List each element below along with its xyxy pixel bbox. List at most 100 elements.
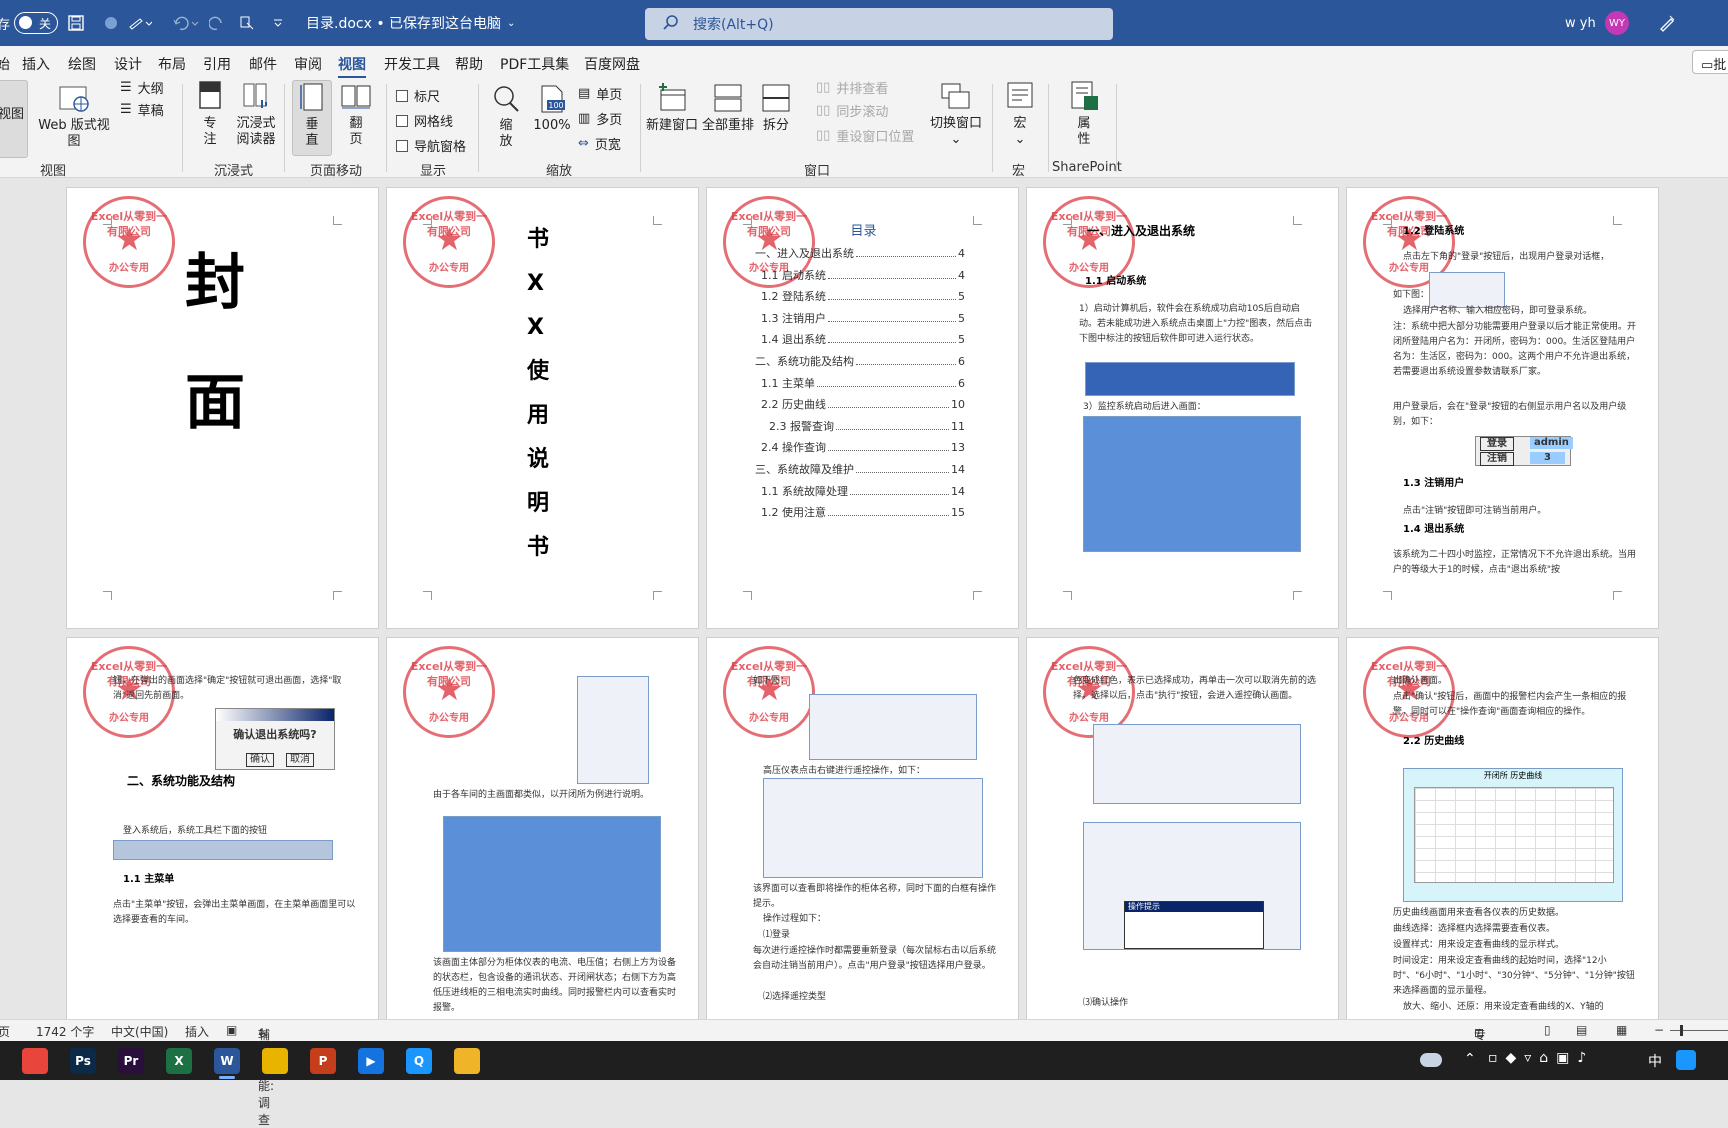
read-mode-button[interactable]: 视图 [0, 80, 28, 158]
outline-button[interactable]: ☰ 大纲 [120, 78, 164, 97]
multiple-pages-button[interactable]: ▥ 多页 [578, 109, 622, 128]
synchronous-scrolling-button[interactable]: ▯▯ 同步滚动 [816, 101, 888, 120]
split-button[interactable]: 拆分 [758, 82, 794, 134]
toc-entry[interactable]: 三、系统故障及维护 14 [755, 462, 965, 477]
switch-windows-button[interactable]: 切换窗口 ⌄ [930, 80, 982, 148]
web-layout-icon[interactable]: ▦ [1616, 1023, 1627, 1037]
premiere-icon[interactable]: Pr [118, 1048, 144, 1074]
page-title[interactable]: Excel从零到一有限公司 ★ 办公专用 书 X X 使 用 说 明 书 [386, 187, 699, 629]
page-8[interactable]: Excel从零到一有限公司 ★ 办公专用 如下图： 高压仪表点击右键进行遥控操作，如… [706, 637, 1019, 1019]
zoom-button[interactable]: 缩放 [488, 84, 524, 150]
page-6[interactable]: Excel从零到一有限公司 ★ 办公专用 钮，在弹出的画面选择"确定"按钮就可退出画… [66, 637, 379, 1019]
focus-button[interactable]: 专注 [192, 80, 228, 148]
photoshop-icon[interactable]: Ps [70, 1048, 96, 1074]
word-count[interactable]: 1742 个字 [36, 1023, 94, 1040]
zoom-100-button[interactable]: 100 100% [532, 84, 572, 134]
notification-icon[interactable] [1676, 1050, 1696, 1070]
tab-review[interactable]: 审阅 [294, 54, 322, 74]
touch-mode-icon[interactable] [239, 9, 255, 37]
zoom-slider-thumb[interactable] [1680, 1025, 1683, 1036]
tab-help[interactable]: 帮助 [455, 54, 483, 74]
page-indicator[interactable]: 页 [0, 1023, 10, 1040]
draft-button[interactable]: ☰ 草稿 [120, 100, 164, 119]
macro-record-icon[interactable]: ▣ [226, 1023, 237, 1037]
read-mode-icon[interactable]: ▯ [1544, 1023, 1551, 1037]
page-4[interactable]: Excel从零到一有限公司 ★ 办公专用 一、进入及退出系统 1.1 启动系统 1）… [1026, 187, 1339, 629]
document-title[interactable]: 目录.docx • 已保存到这台电脑 ⌄ [306, 9, 515, 37]
tab-pdf-tools[interactable]: PDF工具集 [500, 54, 569, 74]
tab-insert[interactable]: 插入 [22, 54, 50, 74]
tab-developer[interactable]: 开发工具 [384, 54, 440, 74]
toc-entry[interactable]: 2.4 操作查询 13 [761, 440, 965, 455]
properties-button[interactable]: 属性 [1064, 80, 1104, 148]
toc-entry[interactable]: 1.3 注销用户 5 [761, 311, 965, 326]
zoom-out-icon[interactable]: − [1654, 1023, 1664, 1037]
draw-icon[interactable] [128, 9, 152, 37]
toc-entry[interactable]: 1.1 主菜单 6 [761, 376, 965, 391]
undo-icon[interactable] [172, 9, 200, 37]
toc-entry[interactable]: 2.2 历史曲线 10 [761, 397, 965, 412]
toc-entry[interactable]: 2.3 报警查询 11 [769, 419, 965, 434]
toc-entry[interactable]: 1.2 登陆系统 5 [761, 289, 965, 304]
web-layout-button[interactable]: Web 版式视图 [32, 84, 116, 150]
arrange-all-button[interactable]: 全部重排 [702, 82, 754, 134]
toc-entry[interactable]: 1.1 系统故障处理 14 [761, 484, 965, 499]
ruler-checkbox[interactable]: 标尺 [396, 86, 440, 105]
weather-icon[interactable] [1420, 1053, 1442, 1067]
tab-view[interactable]: 视图 [338, 54, 366, 79]
reset-window-position-button[interactable]: ▯▯ 重设窗口位置 [816, 126, 914, 145]
tab-references[interactable]: 引用 [203, 54, 231, 74]
print-layout-icon[interactable]: ▤ [1576, 1023, 1587, 1037]
insert-mode[interactable]: 插入 [185, 1023, 209, 1040]
side-to-side-button[interactable]: 翻页 [338, 80, 374, 148]
explorer-icon[interactable] [454, 1048, 480, 1074]
qq-icon[interactable]: Q [406, 1048, 432, 1074]
designer-pen-icon[interactable] [1658, 9, 1676, 37]
page-width-button[interactable]: ⇔ 页宽 [578, 134, 621, 153]
page-cover[interactable]: Excel从零到一有限公司 ★ 办公专用 封 面 [66, 187, 379, 629]
files-icon[interactable] [262, 1048, 288, 1074]
toc-entry[interactable]: 1.1 启动系统 4 [761, 268, 965, 283]
new-window-button[interactable]: 新建窗口 [646, 82, 698, 134]
language-indicator[interactable]: 中文(中国) [111, 1023, 168, 1040]
page-10[interactable]: Excel从零到一有限公司 ★ 办公专用 出确认画面。 点击"确认"按钮后，画面中的… [1346, 637, 1659, 1019]
page-toc[interactable]: Excel从零到一有限公司 ★ 办公专用 目录 一、进入及退出系统 4 1.1 启动系统… [706, 187, 1019, 629]
vertical-button[interactable]: 垂直 [292, 80, 332, 156]
toc-entry[interactable]: 1.4 退出系统 5 [761, 332, 965, 347]
ime-indicator[interactable]: 中 [1648, 1051, 1662, 1071]
excel-icon[interactable]: X [166, 1048, 192, 1074]
tab-home[interactable]: 始 [0, 54, 10, 74]
document-canvas[interactable]: Excel从零到一有限公司 ★ 办公专用 封 面 Excel从零到一有限公司 ★ 办公专… [0, 179, 1728, 1019]
record-icon[interactable] [104, 9, 118, 37]
redo-icon[interactable] [209, 9, 225, 37]
tab-draw[interactable]: 绘图 [68, 54, 96, 74]
macros-button[interactable]: 宏 ⌄ [1002, 80, 1038, 148]
video-icon[interactable]: ▶ [358, 1048, 384, 1074]
tab-mailings[interactable]: 邮件 [249, 54, 277, 74]
toc-entry[interactable]: 一、进入及退出系统 4 [755, 246, 965, 261]
toc-entry[interactable]: 1.2 使用注意 15 [761, 505, 965, 520]
tab-baidu-netdisk[interactable]: 百度网盘 [584, 54, 640, 74]
zoom-slider[interactable] [1670, 1030, 1728, 1031]
customize-qat-icon[interactable] [273, 9, 283, 37]
tab-design[interactable]: 设计 [114, 54, 142, 74]
navigation-pane-checkbox[interactable]: 导航窗格 [396, 136, 466, 155]
search-box[interactable]: 搜索(Alt+Q) [645, 8, 1113, 40]
word-icon[interactable]: W [214, 1048, 240, 1074]
page-7[interactable]: Excel从零到一有限公司 ★ 办公专用 由于各车间的主画面都类似，以开闭所为例进行… [386, 637, 699, 1019]
page-9[interactable]: Excel从零到一有限公司 ★ 办公专用 色变成红色，表示已选择成功，再单击一次可以… [1026, 637, 1339, 1019]
gridlines-checkbox[interactable]: 网格线 [396, 111, 453, 130]
avatar[interactable]: WY [1605, 11, 1629, 35]
chrome-icon[interactable] [22, 1048, 48, 1074]
chevron-up-icon[interactable]: ⌃ [1464, 1051, 1476, 1067]
tray-icons[interactable]: ▫◆▿⌂▣♪ [1488, 1050, 1594, 1066]
powerpoint-icon[interactable]: P [310, 1048, 336, 1074]
save-icon[interactable] [68, 9, 84, 37]
page-5[interactable]: Excel从零到一有限公司 ★ 办公专用 1.2 登陆系统 点击左下角的"登录"按钮… [1346, 187, 1659, 629]
immersive-reader-button[interactable]: 沉浸式 阅读器 [232, 80, 280, 148]
view-side-by-side-button[interactable]: ▯▯ 并排查看 [816, 78, 888, 97]
one-page-button[interactable]: ▤ 单页 [578, 84, 622, 103]
comments-button[interactable]: ▭批 [1692, 50, 1728, 74]
toc-entry[interactable]: 二、系统功能及结构 6 [755, 354, 965, 369]
user-name[interactable]: w yh [1565, 9, 1596, 37]
